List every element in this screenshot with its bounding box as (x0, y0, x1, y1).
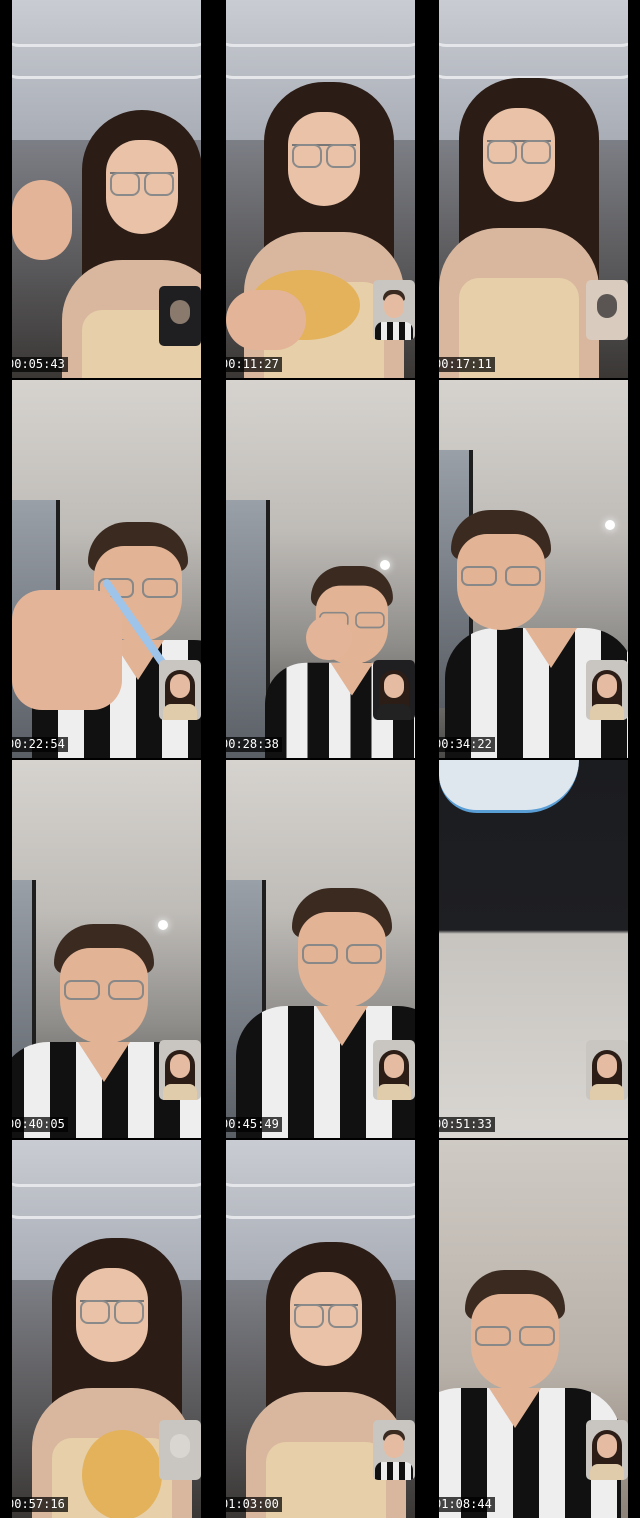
pip-thumbnail[interactable] (159, 660, 201, 720)
pip-thumbnail[interactable] (373, 1040, 415, 1100)
fruit (82, 1430, 162, 1518)
timestamp-label: 00:22:54 (12, 737, 68, 752)
video-frame[interactable]: 00:22:54 (12, 380, 201, 758)
timestamp-label: 01:03:00 (226, 1497, 282, 1512)
video-frame[interactable]: 00:51:33 (439, 760, 628, 1138)
video-frame[interactable]: 00:05:43 (12, 0, 201, 378)
pip-thumbnail[interactable] (586, 660, 628, 720)
pip-thumbnail[interactable] (373, 280, 415, 340)
waving-hand (12, 180, 72, 260)
hand (12, 590, 122, 710)
video-frame[interactable]: 00:34:22 (439, 380, 628, 758)
timestamp-label: 00:40:05 (12, 1117, 68, 1132)
video-frame[interactable]: 00:17:11 (439, 0, 628, 378)
pip-thumbnail[interactable] (373, 1420, 415, 1480)
timestamp-label: 00:11:27 (226, 357, 282, 372)
pip-thumbnail[interactable] (586, 1420, 628, 1480)
pip-thumbnail[interactable] (159, 1040, 201, 1100)
video-frame[interactable]: 00:40:05 (12, 760, 201, 1138)
video-frame-grid: 00:05:43 00:11:27 00:17:11 00:22:54 00:2… (0, 0, 640, 1518)
timestamp-label: 00:57:16 (12, 1497, 68, 1512)
video-frame[interactable]: 00:45:49 (226, 760, 415, 1138)
timestamp-label: 00:51:33 (439, 1117, 495, 1132)
video-frame[interactable]: 00:11:27 (226, 0, 415, 378)
hand (306, 616, 352, 660)
timestamp-label: 00:45:49 (226, 1117, 282, 1132)
video-frame[interactable]: 00:28:38 (226, 380, 415, 758)
timestamp-label: 00:28:38 (226, 737, 282, 752)
pip-thumbnail[interactable] (586, 1040, 628, 1100)
pip-thumbnail[interactable] (373, 660, 415, 720)
pip-thumbnail[interactable] (586, 280, 628, 340)
video-frame[interactable]: 01:08:44 (439, 1140, 628, 1518)
timestamp-label: 00:17:11 (439, 357, 495, 372)
video-frame[interactable]: 00:57:16 (12, 1140, 201, 1518)
hand (226, 290, 306, 350)
pip-thumbnail[interactable] (159, 286, 201, 346)
timestamp-label: 00:34:22 (439, 737, 495, 752)
timestamp-label: 01:08:44 (439, 1497, 495, 1512)
video-frame[interactable]: 01:03:00 (226, 1140, 415, 1518)
pip-thumbnail[interactable] (159, 1420, 201, 1480)
timestamp-label: 00:05:43 (12, 357, 68, 372)
towel (439, 760, 579, 813)
